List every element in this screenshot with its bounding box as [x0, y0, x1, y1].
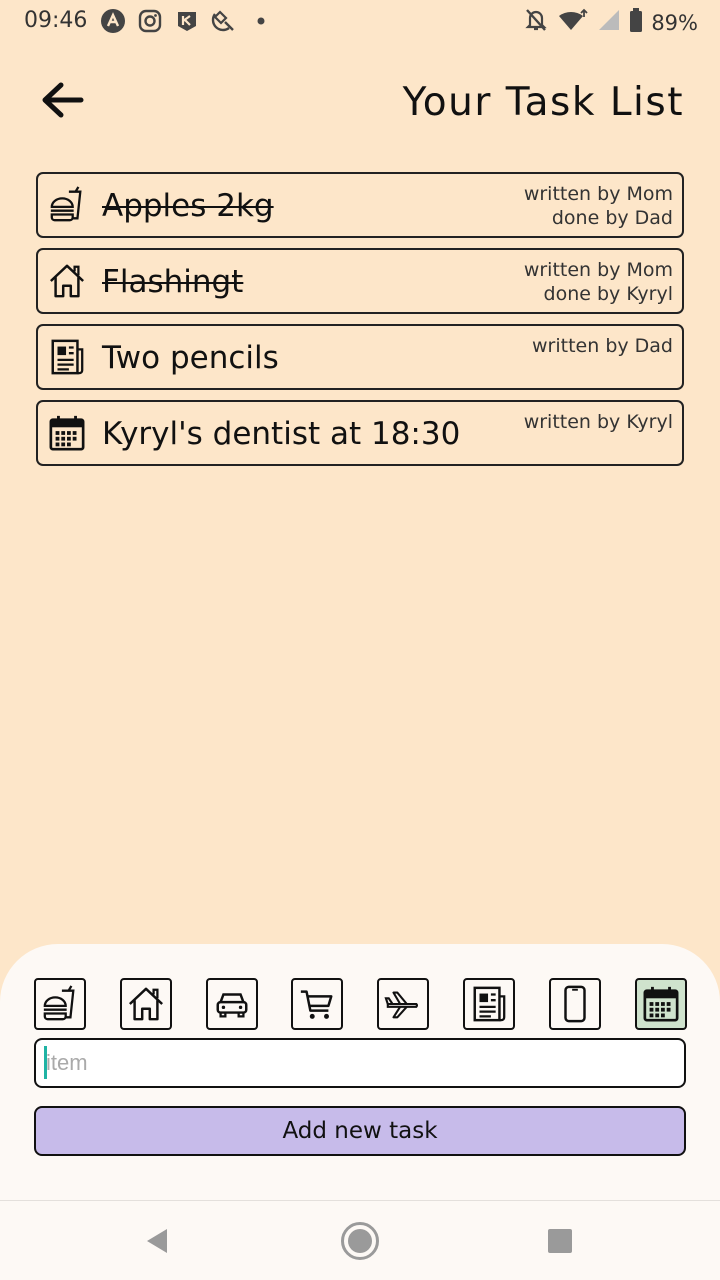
- task-title: Kyryl's dentist at 18:30: [102, 416, 461, 452]
- task-item[interactable]: Apples 2kg written by Mom done by Dad: [36, 172, 684, 238]
- task-done-by: done by Kyryl: [543, 283, 673, 305]
- back-triangle-icon: [147, 1229, 167, 1253]
- signal-icon: [597, 7, 621, 38]
- category-car-button[interactable]: [206, 978, 258, 1030]
- task-title: Flashingt: [102, 264, 244, 300]
- task-meta: written by Kyryl: [524, 410, 673, 434]
- bell-off-icon: [523, 7, 549, 38]
- plane-icon: [384, 991, 418, 1019]
- new-task-sheet: Add new task: [0, 944, 720, 1200]
- task-item[interactable]: Flashingt written by Mom done by Kyryl: [36, 248, 684, 314]
- arrow-left-icon: [42, 82, 84, 118]
- category-cart-button[interactable]: [291, 978, 343, 1030]
- task-item[interactable]: Two pencils written by Dad: [36, 324, 684, 390]
- task-meta: written by Mom done by Kyryl: [524, 258, 673, 306]
- home-circle-icon: [341, 1222, 379, 1260]
- task-item[interactable]: Kyryl's dentist at 18:30 written by Kyry…: [36, 400, 684, 466]
- instagram-icon: [137, 8, 163, 34]
- task-list: Apples 2kg written by Mom done by Dad Fl…: [36, 172, 684, 476]
- kyiv-app-icon: [174, 8, 200, 34]
- phone-icon: [564, 985, 586, 1023]
- app-a-icon: [100, 8, 126, 34]
- nav-back-button[interactable]: [136, 1219, 180, 1263]
- category-home-button[interactable]: [120, 978, 172, 1030]
- category-calendar-button[interactable]: [635, 978, 687, 1030]
- task-written-by: written by Mom: [523, 183, 673, 205]
- category-plane-button[interactable]: [377, 978, 429, 1030]
- task-meta: written by Dad: [532, 334, 673, 358]
- task-written-by: written by Kyryl: [523, 411, 673, 433]
- car-icon: [216, 993, 248, 1018]
- text-cursor: [44, 1046, 47, 1079]
- category-phone-button[interactable]: [549, 978, 601, 1030]
- food-icon: [50, 186, 82, 222]
- task-written-by: written by Mom: [523, 259, 673, 281]
- task-meta: written by Mom done by Dad: [524, 182, 673, 230]
- task-done-by: done by Dad: [551, 207, 673, 229]
- task-title: Two pencils: [102, 340, 279, 376]
- satellite-icon: [211, 8, 237, 34]
- cart-icon: [300, 990, 333, 1019]
- status-bar: 09:46 89%: [0, 0, 720, 42]
- item-input[interactable]: [34, 1038, 686, 1088]
- calendar-icon: [643, 986, 679, 1022]
- home-icon: [50, 264, 84, 298]
- dot-icon: [248, 8, 274, 34]
- system-nav-bar: [0, 1200, 720, 1280]
- back-button[interactable]: [36, 78, 88, 122]
- newspaper-icon: [473, 986, 506, 1022]
- category-picker: [34, 978, 687, 1030]
- task-written-by: written by Dad: [532, 335, 673, 357]
- food-icon: [43, 985, 75, 1021]
- category-food-button[interactable]: [34, 978, 86, 1030]
- battery-icon: [629, 7, 643, 38]
- nav-recents-button[interactable]: [538, 1219, 582, 1263]
- category-newspaper-button[interactable]: [463, 978, 515, 1030]
- newspaper-icon: [51, 339, 84, 375]
- task-title: Apples 2kg: [102, 188, 274, 224]
- recents-square-icon: [548, 1229, 572, 1253]
- calendar-icon: [49, 415, 85, 451]
- add-task-button[interactable]: Add new task: [34, 1106, 686, 1156]
- page-title: Your Task List: [402, 80, 684, 125]
- home-icon: [129, 987, 163, 1021]
- nav-home-button[interactable]: [338, 1219, 382, 1263]
- battery-percent: 89%: [651, 10, 698, 35]
- status-time: 09:46: [24, 8, 88, 33]
- wifi-icon: [557, 7, 589, 38]
